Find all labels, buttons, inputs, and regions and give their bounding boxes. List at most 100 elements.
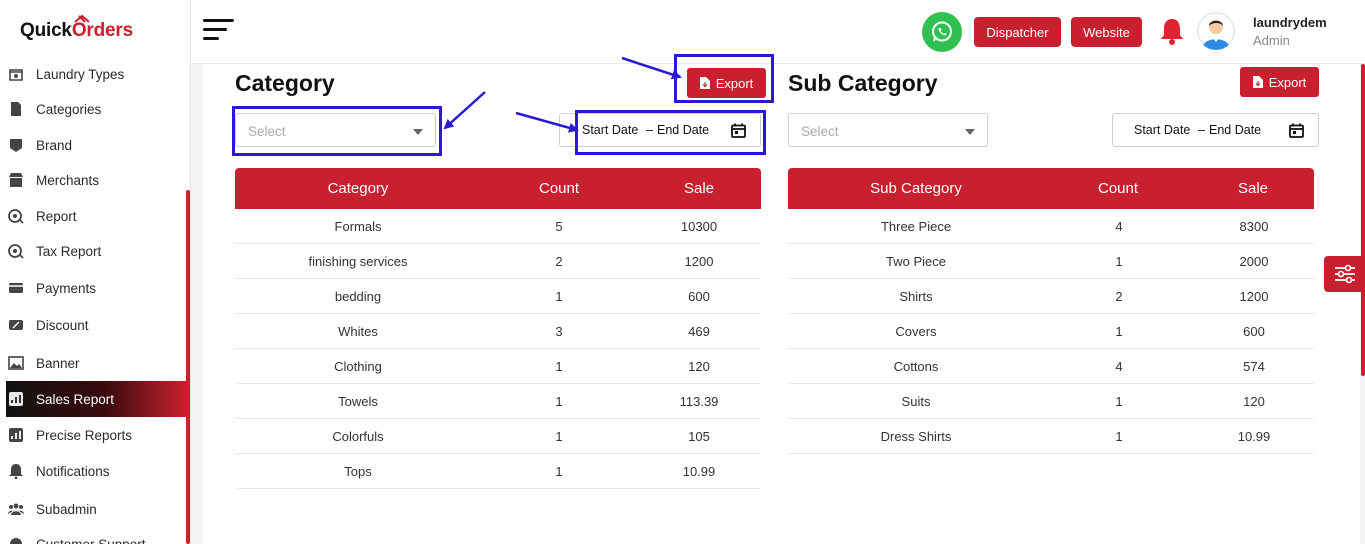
sidebar-item-subadmin[interactable]: Subadmin — [6, 491, 186, 527]
avatar-person-icon — [1197, 12, 1235, 50]
table-row: finishing services 2 1200 — [235, 244, 761, 279]
sliders-icon — [1334, 264, 1355, 284]
cell-sale: 8300 — [1239, 219, 1269, 234]
cell-sale: 2000 — [1239, 254, 1269, 269]
banner-icon — [8, 355, 24, 371]
category-col-sale: Sale — [683, 180, 715, 197]
calendar-icon — [1289, 123, 1304, 138]
cell-count: 1 — [555, 429, 563, 444]
sidebar-item-label: Brand — [36, 137, 73, 153]
chevron-down-icon — [965, 129, 975, 135]
subcategory-col-subcategory: Sub Category — [870, 180, 962, 197]
sidebar: QuickOrders Laundry Types Categories Brand… — [0, 0, 191, 544]
sidebar-item-report[interactable]: Report — [6, 198, 186, 234]
cell-name: Towels — [338, 394, 378, 409]
website-button[interactable]: Website — [1071, 17, 1142, 47]
cell-sale: 600 — [1243, 324, 1265, 339]
cell-name: Two Piece — [886, 254, 946, 269]
cell-name: Tops — [344, 464, 372, 479]
subcategory-col-sale: Sale — [1237, 180, 1269, 197]
sidebar-item-label: Merchants — [36, 172, 100, 188]
sidebar-item-banner[interactable]: Banner — [6, 345, 186, 381]
user-avatar[interactable] — [1197, 12, 1235, 50]
dispatcher-button[interactable]: Dispatcher — [974, 17, 1061, 47]
cell-name: Clothing — [334, 359, 382, 374]
subcategory-date-range[interactable]: Start Date – End Date — [1112, 113, 1319, 147]
sidebar-item-merchants[interactable]: Merchants — [6, 162, 186, 198]
cell-count: 1 — [1115, 394, 1123, 409]
sidebar-item-categories[interactable]: Categories — [6, 91, 186, 127]
table-row: Covers 1 600 — [788, 314, 1314, 349]
cell-name: Covers — [895, 324, 937, 339]
sidebar-item-laundry-types[interactable]: Laundry Types — [6, 56, 186, 92]
sidebar-item-label: Categories — [36, 101, 102, 117]
sidebar-item-label: Customer Support — [36, 536, 146, 544]
page-scrollbar[interactable] — [1361, 64, 1365, 376]
subcategory-title: Sub Category — [788, 70, 938, 96]
subcategory-end-date: End Date — [1209, 123, 1262, 137]
sidebar-item-brand[interactable]: Brand — [6, 127, 186, 163]
cell-name: Colorfuls — [332, 429, 384, 444]
table-row: Whites 3 469 — [235, 314, 761, 349]
table-row: Shirts 2 1200 — [788, 279, 1314, 314]
cell-count: 4 — [1115, 219, 1123, 234]
subcategory-table-header: Sub Category Count Sale — [788, 168, 1314, 209]
table-row: Three Piece 4 8300 — [788, 209, 1314, 244]
sidebar-item-payments[interactable]: Payments — [6, 270, 186, 306]
sidebar-item-tax-report[interactable]: Tax Report — [6, 233, 186, 269]
highlight-export-box — [674, 54, 774, 103]
table-row: Tops 1 10.99 — [235, 454, 761, 489]
quickorders-logo[interactable]: QuickOrders — [20, 14, 133, 42]
highlight-daterange-box — [575, 110, 766, 155]
whatsapp-glyph-icon — [932, 21, 952, 42]
cell-sale: 1200 — [1239, 289, 1269, 304]
subcategory-select[interactable]: Select — [788, 113, 988, 147]
bell-icon — [8, 463, 24, 479]
categories-icon — [8, 101, 24, 117]
sidebar-scrollbar[interactable] — [186, 190, 190, 544]
sidebar-item-label: Report — [36, 208, 77, 224]
user-role: Admin — [1253, 33, 1290, 48]
cell-name: bedding — [334, 289, 382, 304]
sidebar-item-sales-report[interactable]: Sales Report — [6, 381, 186, 417]
tax-report-icon — [8, 243, 24, 259]
cell-count: 1 — [1115, 429, 1123, 444]
cell-name: Dress Shirts — [880, 429, 952, 444]
sidebar-item-customer-support[interactable]: Customer Support — [6, 526, 186, 544]
whatsapp-icon[interactable] — [922, 12, 962, 52]
table-row: Suits 1 120 — [788, 384, 1314, 419]
laundry-icon — [8, 66, 24, 82]
highlight-select-box — [232, 106, 442, 156]
user-name: laundrydem — [1253, 15, 1327, 30]
subcategory-export-button[interactable]: Export — [1240, 67, 1319, 97]
cell-count: 1 — [1115, 254, 1123, 269]
cell-sale: 105 — [688, 429, 710, 444]
cell-name: Whites — [338, 324, 378, 339]
cell-count: 1 — [555, 394, 563, 409]
merchants-icon — [8, 172, 24, 188]
logo-text-suffix: rders — [86, 20, 133, 41]
sidebar-item-notifications[interactable]: Notifications — [6, 453, 186, 489]
precise-reports-icon — [8, 427, 24, 443]
cell-name: Suits — [901, 394, 931, 409]
settings-filter-tab[interactable] — [1324, 256, 1365, 292]
cell-name: Three Piece — [880, 219, 952, 234]
sidebar-item-discount[interactable]: Discount — [6, 307, 186, 343]
table-row: Colorfuls 1 105 — [235, 419, 761, 454]
subcategory-select-placeholder: Select — [801, 124, 839, 139]
table-row: Clothing 1 120 — [235, 349, 761, 384]
notification-bell-icon[interactable] — [1159, 16, 1185, 46]
brand-icon — [8, 137, 24, 153]
cell-name: finishing services — [308, 254, 408, 269]
support-icon — [8, 536, 24, 544]
sidebar-item-label: Banner — [36, 355, 80, 371]
cell-name: Cottons — [893, 359, 939, 374]
logo-text-prefix: Quick — [20, 20, 72, 41]
export-file-icon — [1252, 76, 1263, 88]
subcategory-start-date: Start Date — [1134, 123, 1191, 137]
sidebar-item-precise-reports[interactable]: Precise Reports — [6, 417, 186, 453]
sidebar-item-label: Laundry Types — [36, 66, 125, 82]
table-row: Formals 5 10300 — [235, 209, 761, 244]
sidebar-item-label: Discount — [36, 317, 89, 333]
menu-toggle-icon[interactable] — [203, 19, 235, 43]
